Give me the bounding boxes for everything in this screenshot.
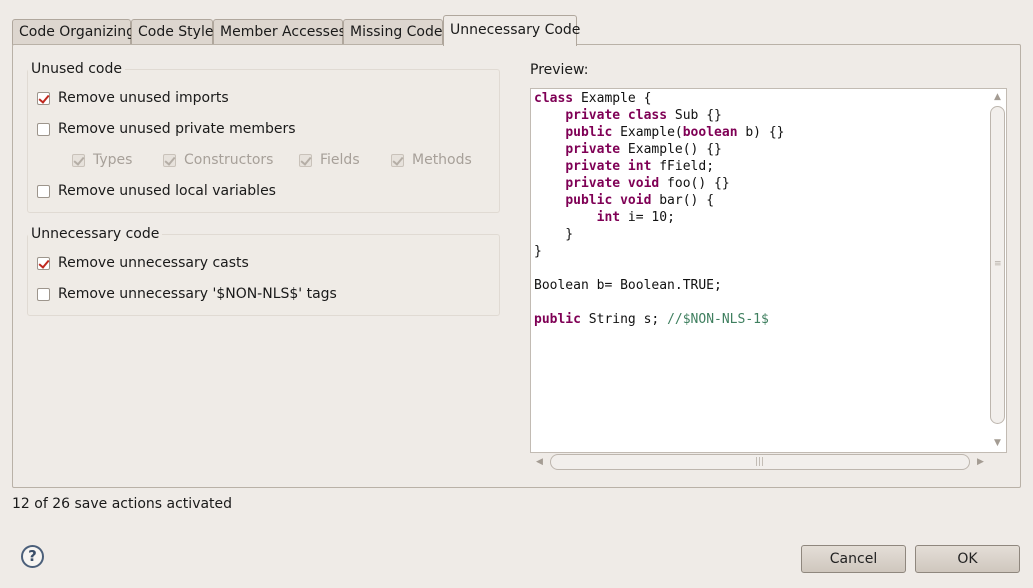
checkbox-label: Types [93,152,133,168]
checkbox-mark[interactable] [391,153,404,167]
checkbox-mark[interactable] [37,184,50,198]
code-line: public String s; //$NON-NLS-1$ [534,312,769,327]
code-line: } [534,227,574,242]
scroll-left-arrow-icon[interactable]: ◀ [536,457,543,467]
grip-icon: ≡ [994,259,1002,269]
checkbox-mark[interactable] [37,287,50,301]
grip-icon: ||| [755,457,765,467]
tab-member-accesses[interactable]: Member Accesses [213,19,346,45]
scroll-down-arrow-icon[interactable]: ▼ [994,438,1001,448]
ok-button[interactable]: OK [915,545,1020,573]
tab-missing-code[interactable]: Missing Code [343,19,443,45]
fields-checkbox[interactable]: Fields [299,150,360,170]
code-line: int i= 10; [596,210,675,225]
checkbox-mark[interactable] [72,153,85,167]
remove-unused-local-variables-checkbox[interactable]: Remove unused local variables [37,181,276,201]
constructors-checkbox[interactable]: Constructors [163,150,273,170]
checkbox-label: Remove unused imports [58,90,229,106]
checkbox-mark[interactable] [299,153,312,167]
checkbox-label: Remove unused local variables [58,183,276,199]
types-checkbox[interactable]: Types [72,150,132,170]
code-line: public void bar() { [565,193,715,208]
code-line: public Example(boolean b) {} [565,125,785,140]
scroll-up-arrow-icon[interactable]: ▲ [994,92,1001,102]
horizontal-scroll-thumb[interactable]: ||| [550,454,970,470]
checkbox-label: Methods [412,152,472,168]
code-line: } [534,244,542,259]
checkbox-label: Fields [320,152,360,168]
preview-code: class Example { private class Sub {} pub… [534,90,785,328]
unnecessary-code-title: Unnecessary code [31,226,160,242]
remove-unnecessary-nls-tags-checkbox[interactable]: Remove unnecessary '$NON-NLS$' tags [37,284,337,304]
code-line: private void foo() {} [565,176,730,191]
checkbox-label: Remove unnecessary '$NON-NLS$' tags [58,286,337,302]
tab-unnecessary-code[interactable]: Unnecessary Code [443,15,580,46]
status-text: 12 of 26 save actions activated [12,496,233,512]
unused-code-title: Unused code [31,61,122,77]
code-line: class Example { [534,91,652,106]
code-line: Boolean b= Boolean.TRUE; [534,278,722,293]
checkbox-label: Constructors [184,152,274,168]
remove-unused-imports-checkbox[interactable]: Remove unused imports [37,88,229,108]
vertical-scrollbar[interactable]: ▲ ≡ ▼ [989,88,1007,453]
cancel-button[interactable]: Cancel [801,545,906,573]
methods-checkbox[interactable]: Methods [391,150,472,170]
help-icon[interactable]: ? [21,545,44,568]
tab-code-organizing[interactable]: Code Organizing [12,19,135,45]
preview-label: Preview: [530,62,589,78]
checkbox-mark[interactable] [37,91,50,105]
tab-code-style[interactable]: Code Style [131,19,213,45]
checkbox-label: Remove unused private members [58,121,296,137]
checkbox-mark[interactable] [163,153,176,167]
checkbox-mark[interactable] [37,122,50,136]
vertical-scroll-thumb[interactable]: ≡ [990,106,1005,424]
checkbox-mark[interactable] [37,256,50,270]
remove-unused-private-members-checkbox[interactable]: Remove unused private members [37,119,296,139]
code-line: private Example() {} [565,142,722,157]
checkbox-label: Remove unnecessary casts [58,255,249,271]
scroll-right-arrow-icon[interactable]: ▶ [977,457,984,467]
code-line: private int fField; [565,159,715,174]
remove-unnecessary-casts-checkbox[interactable]: Remove unnecessary casts [37,253,249,273]
preview-editor[interactable]: class Example { private class Sub {} pub… [530,88,1007,453]
code-line: private class Sub {} [565,108,722,123]
